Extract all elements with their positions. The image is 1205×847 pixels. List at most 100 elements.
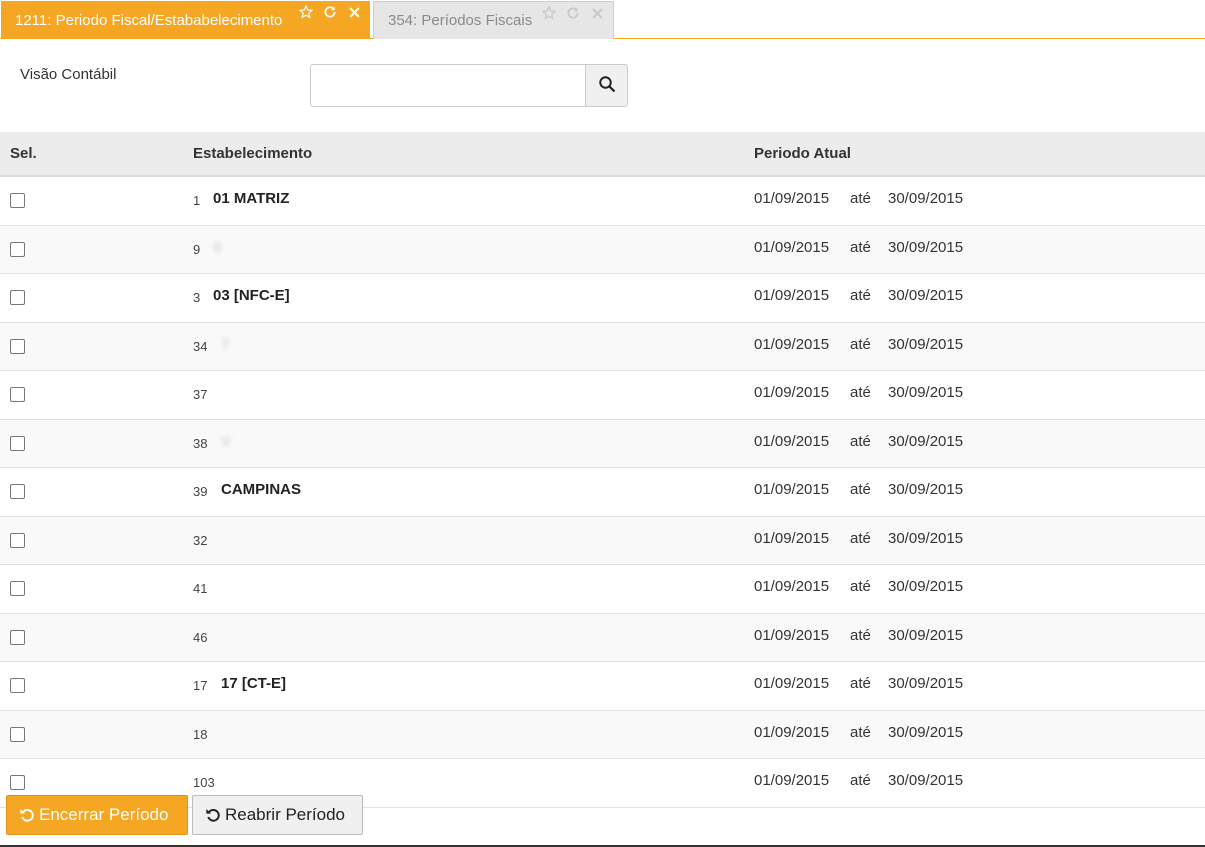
row-period-separator: até xyxy=(850,287,871,304)
row-select-checkbox[interactable] xyxy=(10,435,25,451)
row-period-end: 30/09/2015 xyxy=(888,772,964,789)
row-code: 9 xyxy=(193,241,201,257)
star-icon[interactable] xyxy=(541,4,557,22)
row-select-checkbox[interactable] xyxy=(10,338,25,354)
tab-label: 354: Períodos Fiscais xyxy=(388,12,533,29)
row-period-start: 01/09/2015 xyxy=(754,675,830,692)
row-code: 18 xyxy=(193,726,208,742)
row-period-start: 01/09/2015 xyxy=(754,772,830,789)
tab-periodos-fiscais[interactable]: 354: Períodos Fiscais xyxy=(373,1,614,39)
table-body: 1 01 MATRIZ 01/09/2015 até 30/09/2015 9 0 01/09… xyxy=(0,177,1205,808)
row-period-start: 01/09/2015 xyxy=(754,481,830,498)
row-select-checkbox[interactable] xyxy=(10,387,25,402)
reabrir-periodo-label: Reabrir Período xyxy=(225,805,346,824)
row-estabelecimento-name: V xyxy=(221,432,232,450)
row-period-start: 01/09/2015 xyxy=(754,723,830,741)
tab-bar: 1211: Periodo Fiscal/Estababelecimento 3… xyxy=(0,0,1205,39)
row-code: 1 xyxy=(193,193,201,208)
row-period-start: 01/09/2015 xyxy=(754,190,830,207)
table-row[interactable]: 9 0 01/09/2015 até 30/09/2015 xyxy=(0,225,1205,274)
row-code: 3 xyxy=(193,290,201,305)
row-period-separator: até xyxy=(850,481,871,498)
row-period-start: 01/09/2015 xyxy=(754,384,830,401)
table-header: Sel. Estabelecimento Periodo Atual xyxy=(0,132,1205,177)
row-period-end: 30/09/2015 xyxy=(888,578,964,595)
row-select-checkbox[interactable] xyxy=(10,629,25,645)
encerrar-periodo-button[interactable]: Encerrar Período xyxy=(6,795,188,835)
refresh-icon[interactable] xyxy=(322,3,338,21)
refresh-icon[interactable] xyxy=(565,4,581,22)
row-period-end: 30/09/2015 xyxy=(888,287,964,304)
row-code: 17 xyxy=(193,678,208,693)
row-period-separator: até xyxy=(850,335,871,353)
row-estabelecimento-name: 03 [NFC-E] xyxy=(213,287,290,304)
row-period-start: 01/09/2015 xyxy=(754,578,830,595)
row-code: 34 xyxy=(193,338,208,354)
row-period-end: 30/09/2015 xyxy=(888,529,964,547)
search-icon xyxy=(598,75,616,97)
row-estabelecimento-name: 17 [CT-E] xyxy=(221,675,287,692)
row-period-start: 01/09/2015 xyxy=(754,238,830,256)
table-row[interactable]: 17 17 [CT-E] 01/09/2015 até 30/09/2015 xyxy=(0,662,1205,711)
table-row[interactable]: 46 01/09/2015 até 30/09/2015 xyxy=(0,613,1205,662)
row-period-separator: até xyxy=(850,723,871,741)
row-period-separator: até xyxy=(850,578,871,595)
row-select-checkbox[interactable] xyxy=(10,241,25,257)
row-period-end: 30/09/2015 xyxy=(888,432,964,450)
encerrar-periodo-label: Encerrar Período xyxy=(39,805,169,824)
reabrir-periodo-button[interactable]: Reabrir Período xyxy=(192,795,363,835)
close-icon[interactable] xyxy=(589,4,605,22)
table-row[interactable]: 39 CAMPINAS 01/09/2015 até 30/09/2015 xyxy=(0,468,1205,517)
row-period-separator: até xyxy=(850,529,871,547)
row-code: 37 xyxy=(193,387,208,402)
row-period-separator: até xyxy=(850,238,871,256)
row-period-end: 30/09/2015 xyxy=(888,723,964,741)
row-period-start: 01/09/2015 xyxy=(754,529,830,547)
search-button[interactable] xyxy=(585,64,628,107)
row-period-end: 30/09/2015 xyxy=(888,190,964,207)
row-estabelecimento-name: 01 MATRIZ xyxy=(213,190,290,207)
visao-contabil-label: Visão Contábil xyxy=(20,66,117,83)
row-code: 32 xyxy=(193,532,208,548)
row-select-checkbox[interactable] xyxy=(10,581,25,596)
header-sel[interactable]: Sel. xyxy=(10,145,37,162)
row-estabelecimento-name: CAMPINAS xyxy=(221,481,302,498)
row-period-end: 30/09/2015 xyxy=(888,238,964,256)
visao-contabil-input[interactable] xyxy=(310,64,586,107)
row-period-start: 01/09/2015 xyxy=(754,626,830,644)
row-period-end: 30/09/2015 xyxy=(888,335,964,353)
undo-icon xyxy=(205,807,221,823)
row-select-checkbox[interactable] xyxy=(10,193,25,208)
table-row[interactable]: 32 01/09/2015 até 30/09/2015 xyxy=(0,516,1205,565)
row-period-start: 01/09/2015 xyxy=(754,432,830,450)
row-select-checkbox[interactable] xyxy=(10,484,25,499)
table-row[interactable]: 3 03 [NFC-E] 01/09/2015 até 30/09/2015 xyxy=(0,274,1205,323)
row-select-checkbox[interactable] xyxy=(10,726,25,742)
star-icon[interactable] xyxy=(298,3,314,21)
table-row[interactable]: 41 01/09/2015 até 30/09/2015 xyxy=(0,565,1205,614)
row-period-separator: até xyxy=(850,384,871,401)
tab-label: 1211: Periodo Fiscal/Estababelecimento xyxy=(15,11,283,29)
row-select-checkbox[interactable] xyxy=(10,532,25,548)
table-row[interactable]: 37 01/09/2015 até 30/09/2015 xyxy=(0,371,1205,420)
row-period-separator: até xyxy=(850,626,871,644)
table-row[interactable]: 38 V 01/09/2015 até 30/09/2015 xyxy=(0,419,1205,468)
table-row[interactable]: 34 7 01/09/2015 até 30/09/2015 xyxy=(0,322,1205,371)
header-periodo-atual[interactable]: Periodo Atual xyxy=(754,145,851,162)
row-code: 41 xyxy=(193,581,208,596)
table-row[interactable]: 18 01/09/2015 até 30/09/2015 xyxy=(0,710,1205,759)
row-period-separator: até xyxy=(850,190,871,207)
row-period-end: 30/09/2015 xyxy=(888,384,964,401)
row-period-end: 30/09/2015 xyxy=(888,481,964,498)
header-estabelecimento[interactable]: Estabelecimento xyxy=(193,145,312,162)
row-code: 38 xyxy=(193,435,208,451)
tab-periodo-fiscal-estabelecimento[interactable]: 1211: Periodo Fiscal/Estababelecimento xyxy=(1,1,370,39)
row-period-separator: até xyxy=(850,432,871,450)
row-period-separator: até xyxy=(850,675,871,692)
table-row[interactable]: 1 01 MATRIZ 01/09/2015 até 30/09/2015 xyxy=(0,177,1205,226)
row-period-separator: até xyxy=(850,772,871,789)
row-select-checkbox[interactable] xyxy=(10,290,25,305)
close-icon[interactable] xyxy=(346,3,362,21)
row-select-checkbox[interactable] xyxy=(10,775,25,790)
row-select-checkbox[interactable] xyxy=(10,678,25,693)
